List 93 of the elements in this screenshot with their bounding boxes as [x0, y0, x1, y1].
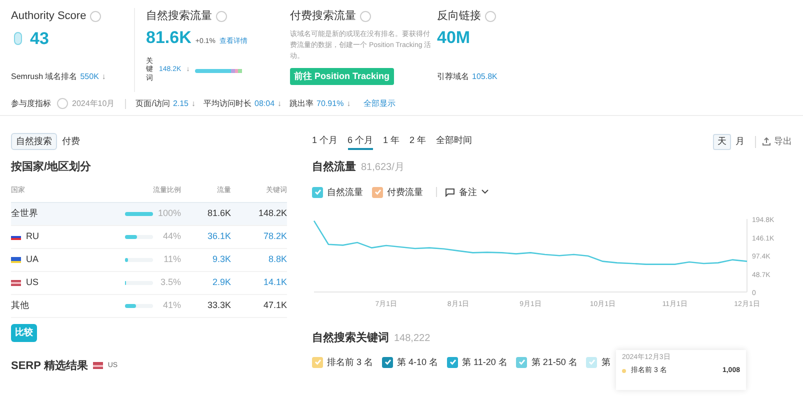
- flag-icon: [11, 256, 21, 264]
- checkbox[interactable]: [382, 356, 394, 368]
- metric-label: 平均访问时长: [204, 98, 252, 110]
- keywords-value[interactable]: 14.1K: [231, 276, 287, 290]
- legend-label: 第 21-50 名: [531, 356, 578, 368]
- metric-value: 40M: [437, 26, 472, 48]
- traffic-value: 81.6K: [206, 207, 231, 220]
- metric-label: 反向链接: [437, 8, 481, 24]
- metric-label: 自然搜索流量: [146, 8, 212, 24]
- section-title: 按国家/地区划分: [11, 160, 92, 175]
- keyword-count: 148,222: [394, 332, 430, 346]
- range-tab[interactable]: 1 年: [383, 133, 400, 150]
- export-icon: [762, 137, 771, 146]
- flag-icon: [11, 280, 21, 286]
- metric-label: 付费搜索流量: [290, 8, 356, 24]
- granularity-tab[interactable]: 天: [713, 134, 731, 150]
- metric-value[interactable]: 08:04: [254, 98, 275, 110]
- share-value: 44%: [162, 230, 181, 244]
- table-row[interactable]: US 3.5% 2.9K 14.1K: [11, 272, 287, 295]
- range-tab[interactable]: 6 个月: [348, 133, 374, 150]
- source-tab[interactable]: 付费: [57, 133, 85, 150]
- metric-value: 43: [30, 28, 49, 50]
- keywords-value: 148.2K: [257, 207, 287, 220]
- country-name: US: [26, 276, 39, 290]
- checkbox[interactable]: [516, 356, 528, 368]
- traffic-value: 33.3K: [206, 299, 231, 312]
- share-value: 41%: [162, 299, 181, 312]
- chart-title: 自然流量: [312, 160, 356, 175]
- info-icon[interactable]: [57, 98, 68, 109]
- keywords-value[interactable]: 8.8K: [231, 253, 287, 267]
- notes-dropdown[interactable]: 备注: [445, 186, 489, 199]
- country-name: UA: [26, 253, 39, 266]
- chart-subtitle: 81,623/月: [361, 161, 404, 175]
- flag-icon: [11, 234, 21, 240]
- traffic-value[interactable]: 2.9K: [181, 276, 231, 290]
- traffic-value[interactable]: 9.3K: [181, 253, 231, 267]
- table-row[interactable]: RU 44% 36.1K 78.2K: [11, 226, 287, 249]
- info-icon[interactable]: [360, 10, 371, 22]
- table-row[interactable]: UA 11% 9.3K 8.8K: [11, 249, 287, 272]
- share-value: 11%: [164, 253, 181, 266]
- arrow-icon: ↓: [346, 98, 351, 110]
- table-row[interactable]: 全世界 100% 81.6K 148.2K: [11, 203, 287, 226]
- arrow-icon: ↓: [102, 71, 106, 83]
- legend-label: 自然流量: [327, 186, 363, 198]
- legend-label: 付费流量: [387, 186, 423, 198]
- country-name: 全世界: [11, 207, 38, 220]
- checkbox[interactable]: [586, 356, 598, 368]
- share-value: 100%: [158, 207, 181, 220]
- info-icon[interactable]: [485, 10, 496, 22]
- comment-icon: [445, 188, 455, 197]
- legend-label: 第 4-10 名: [397, 356, 438, 368]
- metric-label: 跳出率: [290, 98, 314, 110]
- share-value: 3.5%: [160, 276, 181, 290]
- range-tab[interactable]: 全部时间: [436, 133, 472, 150]
- keywords-value[interactable]: 78.2K: [231, 230, 287, 244]
- country-name: 其他: [11, 299, 29, 312]
- info-icon[interactable]: [90, 10, 102, 22]
- rank-label: Semrush 域名排名: [11, 71, 78, 83]
- checkbox[interactable]: [312, 356, 323, 368]
- caret-icon: [481, 189, 489, 196]
- metric-value[interactable]: 70.91%: [316, 98, 344, 110]
- metric-value[interactable]: 2.15: [172, 98, 189, 110]
- referring-domains-value[interactable]: 105.8K: [472, 71, 498, 83]
- metric-label: 页面/访问: [136, 98, 170, 110]
- traffic-value[interactable]: 36.1K: [181, 230, 231, 244]
- metric-value: 81.6K: [146, 26, 192, 48]
- checkbox[interactable]: [372, 186, 383, 198]
- country-name: RU: [26, 230, 39, 244]
- legend-label: 第: [601, 356, 610, 368]
- arrow-icon: ↓: [278, 98, 282, 110]
- legend-label: 第 11-20 名: [462, 356, 508, 368]
- range-tab[interactable]: 1 个月: [312, 133, 338, 150]
- engagement-label: 参与度指标: [11, 98, 51, 110]
- show-all-link[interactable]: 全部显示: [364, 98, 396, 110]
- rank-value[interactable]: 550K: [80, 71, 99, 83]
- flag-icon: [92, 362, 103, 370]
- metric-label: Authority Score: [11, 9, 86, 24]
- referring-domains-label: 引荐域名: [437, 71, 469, 83]
- granularity-tab[interactable]: 月: [731, 134, 749, 150]
- source-tab[interactable]: 自然搜索: [11, 133, 57, 150]
- shield-icon: [14, 32, 22, 45]
- engagement-date: 2024年10月: [72, 98, 115, 110]
- table-row[interactable]: 其他 41% 33.3K 47.1K: [11, 295, 287, 318]
- keywords-value: 47.1K: [262, 299, 287, 312]
- checkbox[interactable]: [312, 186, 323, 198]
- arrow-icon: ↓: [192, 98, 196, 110]
- export-button[interactable]: 导出: [762, 134, 792, 148]
- legend-label: 排名前 3 名: [327, 356, 374, 368]
- range-tab[interactable]: 2 年: [410, 133, 426, 150]
- checkbox[interactable]: [447, 356, 458, 368]
- info-icon[interactable]: [216, 10, 227, 22]
- section-title: 自然搜索关键词: [312, 330, 389, 346]
- section-title: SERP 精选结果: [11, 358, 88, 374]
